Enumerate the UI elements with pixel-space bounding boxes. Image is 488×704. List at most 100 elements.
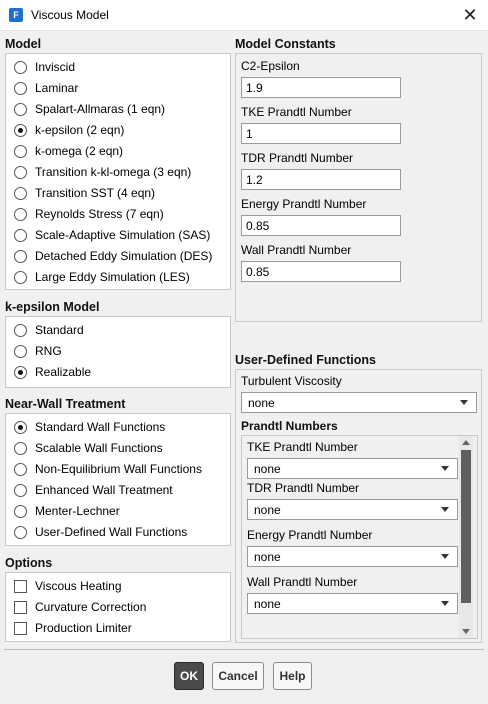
scroll-down-arrow-icon[interactable] — [462, 629, 470, 634]
checkbox-label: Viscous Heating — [35, 579, 122, 593]
radio-des[interactable]: Detached Eddy Simulation (DES) — [14, 247, 212, 265]
radio-label: User-Defined Wall Functions — [35, 525, 188, 539]
udf-tke-prandtl-dropdown[interactable]: none — [247, 458, 458, 479]
radio-spalart-allmaras[interactable]: Spalart-Allmaras (1 eqn) — [14, 100, 165, 118]
radio-button[interactable] — [14, 186, 27, 200]
udf-energy-prandtl-label: Energy Prandtl Number — [247, 528, 373, 542]
vertical-scrollbar[interactable] — [459, 436, 473, 638]
radio-button[interactable] — [14, 228, 27, 242]
radio-rng[interactable]: RNG — [14, 342, 62, 360]
radio-reynolds-stress[interactable]: Reynolds Stress (7 eqn) — [14, 205, 164, 223]
viscous-heating-checkbox[interactable] — [14, 579, 27, 593]
tke-prandtl-label: TKE Prandtl Number — [241, 105, 352, 119]
radio-button[interactable] — [14, 60, 27, 74]
radio-menter-lechner[interactable]: Menter-Lechner — [14, 502, 120, 520]
k-epsilon-model-group: Standard RNG Realizable — [5, 316, 231, 388]
radio-label: Large Eddy Simulation (LES) — [35, 270, 190, 284]
radio-sas[interactable]: Scale-Adaptive Simulation (SAS) — [14, 226, 210, 244]
radio-button-selected[interactable] — [14, 365, 27, 379]
radio-label: Enhanced Wall Treatment — [35, 483, 173, 497]
curvature-correction-checkbox-row[interactable]: Curvature Correction — [14, 598, 146, 616]
radio-button[interactable] — [14, 462, 27, 476]
model-constants-title: Model Constants — [235, 37, 336, 51]
radio-button[interactable] — [14, 504, 27, 518]
wall-prandtl-label: Wall Prandtl Number — [241, 243, 352, 257]
tke-prandtl-input[interactable] — [241, 123, 401, 144]
radio-k-epsilon[interactable]: k-epsilon (2 eqn) — [14, 121, 124, 139]
radio-button-selected[interactable] — [14, 123, 27, 137]
radio-button[interactable] — [14, 165, 27, 179]
radio-label: Standard — [35, 323, 84, 337]
curvature-correction-checkbox[interactable] — [14, 600, 27, 614]
c2-epsilon-input[interactable] — [241, 77, 401, 98]
options-title: Options — [5, 556, 53, 570]
chevron-down-icon — [441, 554, 449, 559]
cancel-button[interactable]: Cancel — [212, 662, 264, 690]
radio-transition-k-kl-omega[interactable]: Transition k-kl-omega (3 eqn) — [14, 163, 191, 181]
radio-label: Laminar — [35, 81, 79, 95]
energy-prandtl-input[interactable] — [241, 215, 401, 236]
radio-label: Inviscid — [35, 60, 76, 74]
scroll-up-arrow-icon[interactable] — [462, 440, 470, 445]
ok-button[interactable]: OK — [174, 662, 204, 690]
dropdown-value: none — [248, 396, 275, 410]
radio-enhanced-wall-treatment[interactable]: Enhanced Wall Treatment — [14, 481, 173, 499]
radio-label: Scalable Wall Functions — [35, 441, 163, 455]
near-wall-treatment-title: Near-Wall Treatment — [5, 397, 126, 411]
radio-button[interactable] — [14, 207, 27, 221]
k-epsilon-model-title: k-epsilon Model — [5, 300, 100, 314]
radio-label: Non-Equilibrium Wall Functions — [35, 462, 202, 476]
turbulent-viscosity-dropdown[interactable]: none — [241, 392, 477, 413]
energy-prandtl-label: Energy Prandtl Number — [241, 197, 367, 211]
chevron-down-icon — [441, 466, 449, 471]
radio-button[interactable] — [14, 81, 27, 95]
bottom-divider — [4, 649, 484, 650]
radio-button[interactable] — [14, 525, 27, 539]
help-button[interactable]: Help — [273, 662, 312, 690]
radio-button[interactable] — [14, 483, 27, 497]
radio-button[interactable] — [14, 441, 27, 455]
radio-button[interactable] — [14, 344, 27, 358]
udf-tdr-prandtl-label: TDR Prandtl Number — [247, 481, 360, 495]
radio-label: Realizable — [35, 365, 92, 379]
radio-les[interactable]: Large Eddy Simulation (LES) — [14, 268, 190, 286]
radio-button[interactable] — [14, 144, 27, 158]
udf-wall-prandtl-dropdown[interactable]: none — [247, 593, 458, 614]
near-wall-treatment-group: Standard Wall Functions Scalable Wall Fu… — [5, 413, 231, 546]
radio-label: Menter-Lechner — [35, 504, 120, 518]
radio-button[interactable] — [14, 270, 27, 284]
udf-tke-prandtl-label: TKE Prandtl Number — [247, 440, 358, 454]
udf-energy-prandtl-dropdown[interactable]: none — [247, 546, 458, 567]
radio-label: Spalart-Allmaras (1 eqn) — [35, 102, 166, 116]
radio-scalable-wall-functions[interactable]: Scalable Wall Functions — [14, 439, 163, 457]
radio-button-selected[interactable] — [14, 420, 27, 434]
production-limiter-checkbox-row[interactable]: Production Limiter — [14, 619, 132, 637]
dropdown-value: none — [254, 550, 281, 564]
radio-transition-sst[interactable]: Transition SST (4 eqn) — [14, 184, 155, 202]
radio-realizable[interactable]: Realizable — [14, 363, 91, 381]
production-limiter-checkbox[interactable] — [14, 621, 27, 635]
udf-group: Turbulent Viscosity none Prandtl Numbers… — [235, 369, 482, 643]
radio-button[interactable] — [14, 323, 27, 337]
scrollbar-thumb[interactable] — [461, 450, 471, 603]
radio-standard[interactable]: Standard — [14, 321, 84, 339]
radio-laminar[interactable]: Laminar — [14, 79, 78, 97]
radio-button[interactable] — [14, 102, 27, 116]
radio-user-defined-wall-functions[interactable]: User-Defined Wall Functions — [14, 523, 187, 541]
window-title: Viscous Model — [31, 8, 109, 22]
udf-tdr-prandtl-dropdown[interactable]: none — [247, 499, 458, 520]
dropdown-value: none — [254, 503, 281, 517]
tdr-prandtl-label: TDR Prandtl Number — [241, 151, 354, 165]
radio-non-equilibrium-wall-functions[interactable]: Non-Equilibrium Wall Functions — [14, 460, 202, 478]
radio-inviscid[interactable]: Inviscid — [14, 58, 75, 76]
prandtl-numbers-title: Prandtl Numbers — [241, 419, 338, 433]
radio-label: k-epsilon (2 eqn) — [35, 123, 125, 137]
radio-button[interactable] — [14, 249, 27, 263]
wall-prandtl-input[interactable] — [241, 261, 401, 282]
radio-label: Transition k-kl-omega (3 eqn) — [35, 165, 192, 179]
radio-standard-wall-functions[interactable]: Standard Wall Functions — [14, 418, 165, 436]
viscous-heating-checkbox-row[interactable]: Viscous Heating — [14, 577, 122, 595]
radio-k-omega[interactable]: k-omega (2 eqn) — [14, 142, 123, 160]
close-icon[interactable]: ✕ — [458, 3, 482, 27]
tdr-prandtl-input[interactable] — [241, 169, 401, 190]
